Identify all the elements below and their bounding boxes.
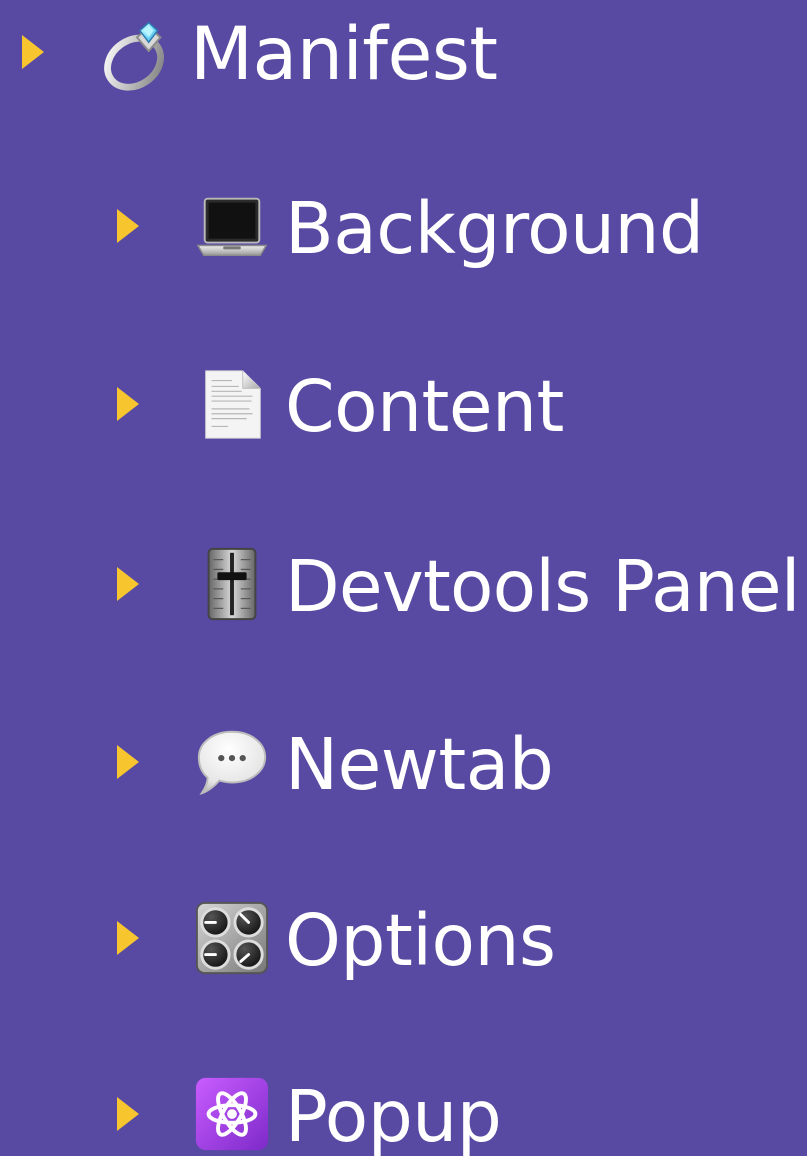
tree-item-label: Devtools Panel xyxy=(285,544,801,628)
expand-caret-icon[interactable] xyxy=(117,209,139,243)
expand-caret-icon[interactable] xyxy=(117,387,139,421)
tree-item-manifest[interactable]: Manifest xyxy=(22,2,498,102)
tree-item-popup[interactable]: Popup xyxy=(117,1064,502,1156)
expand-caret-icon[interactable] xyxy=(117,745,139,779)
tree-item-label: Manifest xyxy=(190,11,498,97)
tree-item-newtab[interactable]: Newtab xyxy=(117,712,554,812)
expand-caret-icon[interactable] xyxy=(117,921,139,955)
tree-item-background[interactable]: Background xyxy=(117,176,704,276)
level-slider-icon xyxy=(193,545,271,623)
speech-balloon-icon xyxy=(193,723,271,801)
atom-symbol-icon xyxy=(193,1075,271,1153)
tree-item-label: Popup xyxy=(285,1074,502,1156)
tree-item-label: Content xyxy=(285,364,564,448)
ring-icon xyxy=(98,13,176,91)
tree-item-label: Background xyxy=(285,186,704,270)
tree-item-content[interactable]: Content xyxy=(117,354,564,454)
tree-item-label: Options xyxy=(285,898,556,982)
expand-caret-icon[interactable] xyxy=(117,567,139,601)
control-knobs-icon xyxy=(193,899,271,977)
page-icon xyxy=(193,365,271,443)
expand-caret-icon[interactable] xyxy=(22,35,44,69)
laptop-icon xyxy=(193,187,271,265)
expand-caret-icon[interactable] xyxy=(117,1097,139,1131)
tree-item-devtools-panel[interactable]: Devtools Panel xyxy=(117,534,801,634)
tree-item-label: Newtab xyxy=(285,722,554,806)
tree-item-options[interactable]: Options xyxy=(117,888,556,988)
